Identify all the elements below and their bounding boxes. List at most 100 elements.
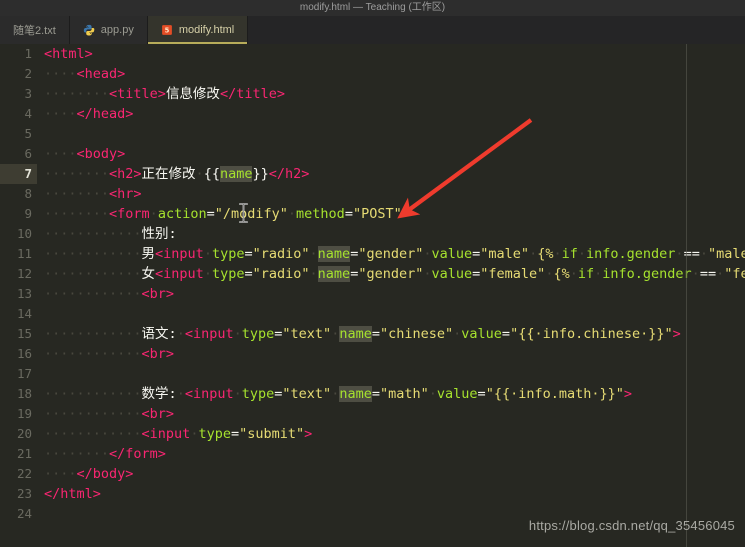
code-token-attr: type (211, 266, 245, 282)
vscode-window: modify.html — Teaching (工作区) 随笔2.txt app.… (0, 0, 745, 547)
indent-guide: ···· (44, 266, 77, 282)
code-line[interactable]: 18 ············数学:·<input·type="text"·nam… (0, 384, 745, 404)
code-token-ws: · (699, 246, 708, 262)
indent-guide: ···· (44, 66, 77, 82)
indent-guide: ···· (44, 466, 77, 482)
indent-guide: ···· (109, 326, 142, 342)
indent-guide: ···· (76, 326, 110, 342)
indent-guide: ···· (44, 246, 77, 262)
indent-guide: ···· (44, 166, 77, 182)
code-line-content[interactable]: ········<h2>正在修改·{{name}}</h2> (44, 164, 309, 184)
code-token-str: {% (537, 246, 554, 262)
code-line-content[interactable]: ············女<input·type="radio"·name="g… (44, 264, 745, 284)
code-line[interactable]: 9 ········<form·action="/modify"·method="… (0, 204, 745, 224)
code-line[interactable]: 22 ····</body> (0, 464, 745, 484)
indent-guide: ···· (44, 346, 77, 362)
code-line-content[interactable]: ····</body> (44, 464, 133, 484)
code-line[interactable]: 4 ····</head> (0, 104, 745, 124)
indent-guide: ···· (76, 426, 110, 442)
code-line[interactable]: 21 ········</form> (0, 444, 745, 464)
indent-guide: ···· (76, 266, 110, 282)
code-line-content[interactable]: ····</head> (44, 104, 133, 124)
code-line[interactable]: 17 (0, 364, 745, 384)
code-line[interactable]: 11 ············男<input·type="radio"·name=… (0, 244, 745, 264)
code-line[interactable]: 7 ········<h2>正在修改·{{name}}</h2> (0, 164, 745, 184)
code-line[interactable]: 14 (0, 304, 745, 324)
code-line[interactable]: 23 </html> (0, 484, 745, 504)
code-token-sel: name (339, 326, 372, 342)
code-token-txt: 男 (141, 246, 156, 262)
line-number: 9 (24, 206, 32, 221)
code-line-content[interactable]: <html> (44, 44, 93, 64)
code-token-str: "{{·info.chinese·}}" (510, 326, 673, 342)
code-line-content[interactable]: </html> (44, 484, 101, 504)
indent-guide: ···· (76, 406, 110, 422)
code-token-str: "text" (282, 326, 332, 342)
code-token-str: "gender" (358, 266, 424, 282)
code-token-ws: · (203, 246, 212, 262)
code-line-content[interactable]: ········<hr> (44, 184, 142, 204)
code-line[interactable]: 2 ····<head> (0, 64, 745, 84)
code-lines[interactable]: 1 <html> 2 ····<head> 3 ········<title>信息修改</… (0, 44, 745, 547)
indent-guide: ···· (109, 266, 142, 282)
code-token-ws: · (309, 246, 318, 262)
code-token-ws: · (716, 266, 725, 282)
code-line[interactable]: 1 <html> (0, 44, 745, 64)
code-line-content[interactable]: ········<form·action="/modify"·method="P… (44, 204, 410, 224)
indent-guide: ···· (44, 186, 77, 202)
code-line-content[interactable]: ········<title>信息修改</title> (44, 84, 285, 104)
code-editor[interactable]: 1 <html> 2 ····<head> 3 ········<title>信息修改</… (0, 44, 745, 547)
code-line-content[interactable]: ············数学:·<input·type="text"·name=… (44, 384, 632, 404)
indent-guide: ···· (44, 446, 77, 462)
indent-guide: ···· (109, 386, 142, 402)
code-token-tag: <input (141, 426, 191, 442)
code-line-content[interactable]: ············性别: (44, 224, 177, 244)
indent-guide: ···· (76, 246, 110, 262)
code-line-content[interactable]: ············男<input·type="radio"·name="g… (44, 244, 745, 264)
line-number: 12 (16, 266, 32, 281)
code-line[interactable]: 15 ············语文:·<input·type="text"·nam… (0, 324, 745, 344)
code-line-content[interactable]: ············<input·type="submit"> (44, 424, 312, 444)
code-token-tag: <html> (44, 46, 93, 62)
editor-tab-modify-html[interactable]: 5 modify.html (147, 16, 249, 44)
editor-tab-app-py[interactable]: app.py (69, 16, 148, 44)
code-line[interactable]: 12 ············女<input·type="radio"·name=… (0, 264, 745, 284)
code-line[interactable]: 20 ············<input·type="submit"> (0, 424, 745, 444)
code-token-txt: 数学: (141, 386, 177, 402)
code-line-content[interactable]: ····<head> (44, 64, 125, 84)
code-line[interactable]: 6 ····<body> (0, 144, 745, 164)
indent-guide: ···· (44, 286, 77, 302)
code-line[interactable]: 3 ········<title>信息修改</title> (0, 84, 745, 104)
code-line-content[interactable]: ········</form> (44, 444, 166, 464)
code-line[interactable]: 8 ········<hr> (0, 184, 745, 204)
code-line[interactable]: 16 ············<br> (0, 344, 745, 364)
code-line[interactable]: 10 ············性别: (0, 224, 745, 244)
code-token-attr: value (431, 246, 473, 262)
code-token-ws: · (691, 266, 700, 282)
code-line-content[interactable]: ····<body> (44, 144, 125, 164)
vertical-ruler (686, 44, 687, 547)
code-token-punc: = (244, 266, 253, 282)
indent-guide: ···· (44, 86, 77, 102)
line-number: 5 (24, 126, 32, 141)
code-token-sel: name (219, 166, 253, 182)
code-line-content[interactable]: ············<br> (44, 344, 174, 364)
code-token-punc: = (244, 246, 253, 262)
indent-guide: ···· (109, 226, 142, 242)
line-number: 6 (24, 146, 32, 161)
code-token-attr: method (296, 206, 345, 222)
code-line[interactable]: 19 ············<br> (0, 404, 745, 424)
code-token-punc: = (230, 426, 240, 442)
code-line[interactable]: 13 ············<br> (0, 284, 745, 304)
code-token-punc: = (501, 326, 511, 342)
code-token-ws: · (176, 326, 185, 342)
code-token-ws: · (287, 206, 297, 222)
editor-tab--2-txt[interactable]: 随笔2.txt (0, 16, 70, 44)
code-line-content[interactable]: ············语文:·<input·type="text"·name=… (44, 324, 681, 344)
code-token-ws: · (309, 266, 318, 282)
code-token-attr: info.gender (586, 246, 676, 262)
code-token-attr: if (561, 246, 578, 262)
code-line-content[interactable]: ············<br> (44, 284, 174, 304)
code-line-content[interactable]: ············<br> (44, 404, 174, 424)
code-line[interactable]: 5 (0, 124, 745, 144)
